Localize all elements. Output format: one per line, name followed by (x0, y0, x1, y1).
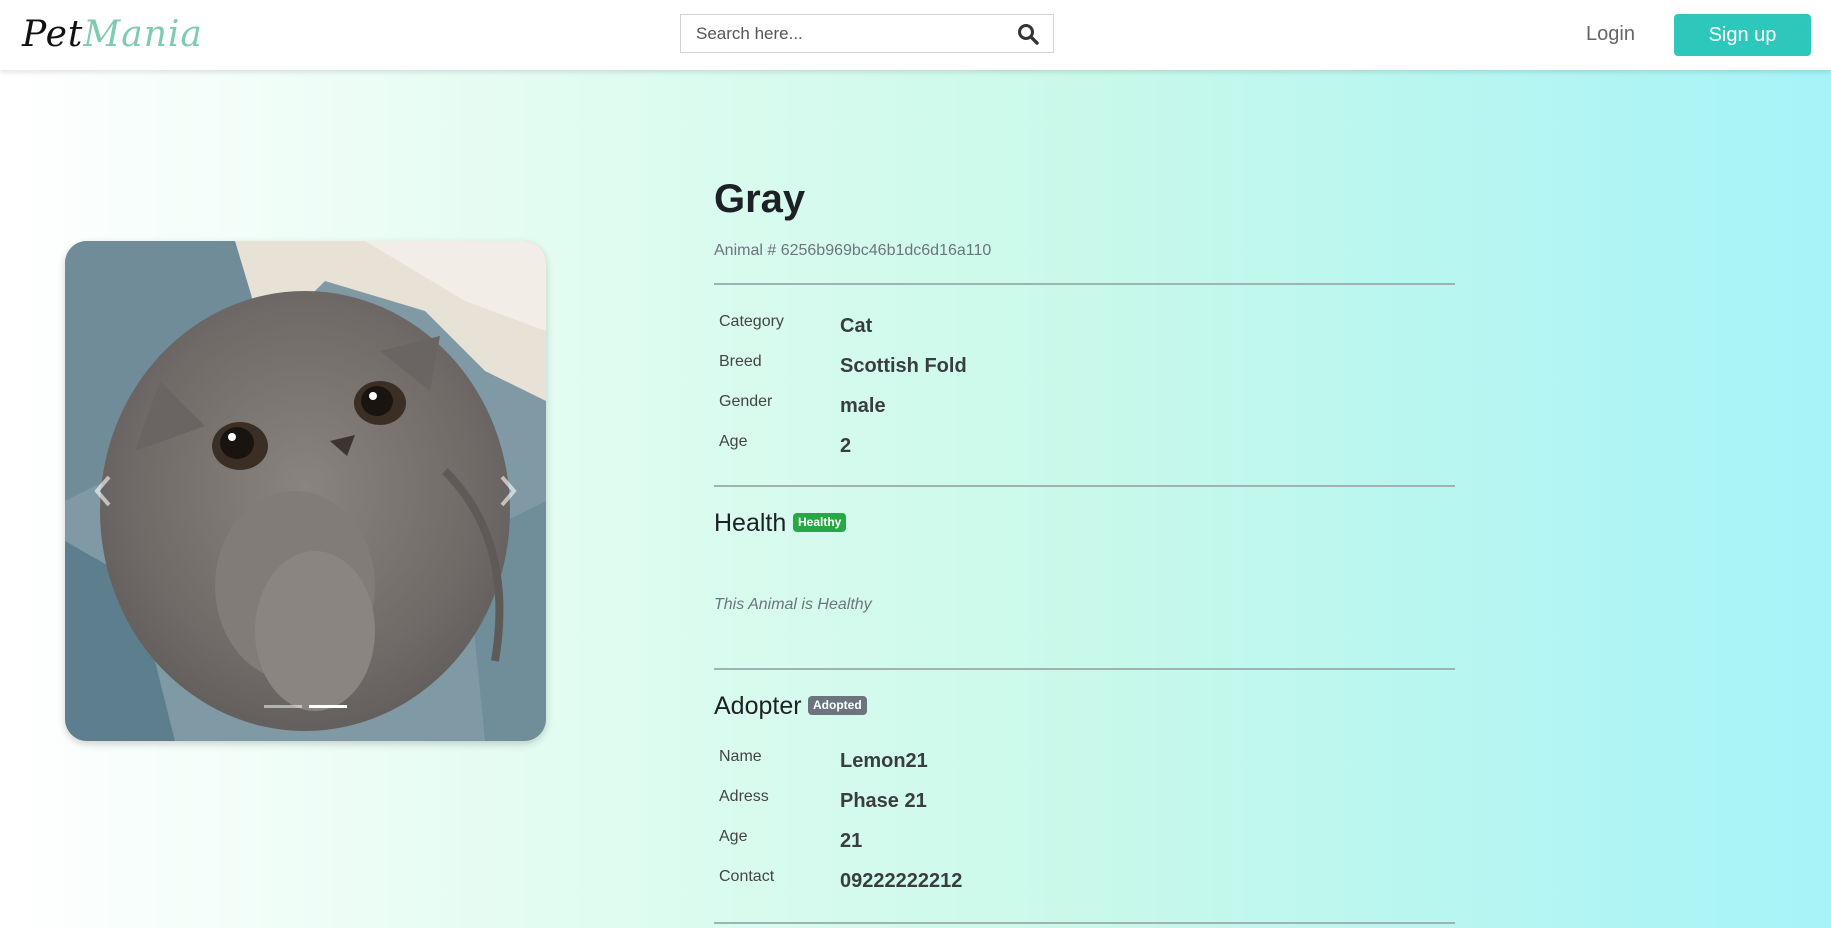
adoption-status-badge: Adopted (808, 696, 867, 715)
animal-name: Gray (714, 177, 806, 221)
divider (714, 668, 1455, 670)
logo-text-mania: Mania (83, 14, 203, 55)
pet-image-carousel[interactable] (65, 241, 546, 741)
adopter-title: Adopter (714, 692, 802, 720)
info-value: Scottish Fold (840, 355, 967, 377)
adopter-label: Contact (719, 868, 775, 885)
info-label: Age (719, 433, 748, 450)
navbar: PetMania Login Sign up (0, 0, 1831, 70)
divider (714, 485, 1455, 487)
info-value: Cat (840, 315, 873, 337)
adopter-label: Adress (719, 788, 769, 805)
info-label: Breed (719, 353, 762, 370)
logo[interactable]: PetMania (22, 14, 203, 55)
search-box (680, 14, 1054, 53)
logo-text-pet: Pet (22, 14, 84, 55)
login-link[interactable]: Login (1586, 23, 1635, 46)
adopter-value: 09222222212 (840, 870, 963, 892)
divider (714, 283, 1455, 285)
info-value: 2 (840, 435, 852, 457)
info-value: male (840, 395, 886, 417)
carousel-prev-icon[interactable] (91, 473, 115, 509)
search-icon[interactable] (1017, 23, 1039, 45)
search-input[interactable] (681, 15, 1031, 52)
signup-button[interactable]: Sign up (1674, 14, 1811, 56)
info-label: Category (719, 313, 784, 330)
animal-id: Animal # 6256b969bc46b1dc6d16a110 (714, 242, 992, 259)
divider (714, 922, 1455, 924)
health-status-badge: Healthy (793, 513, 847, 532)
carousel-next-icon[interactable] (496, 473, 520, 509)
carousel-indicator-1[interactable] (264, 705, 302, 708)
health-title: Health (714, 509, 787, 537)
info-label: Gender (719, 393, 773, 410)
adopter-value: 21 (840, 830, 863, 852)
adopter-value: Lemon21 (840, 750, 928, 772)
cat-photo (65, 241, 546, 741)
adopter-value: Phase 21 (840, 790, 927, 812)
adopter-label: Name (719, 748, 762, 765)
adopter-label: Age (719, 828, 748, 845)
main-content: Gray Animal # 6256b969bc46b1dc6d16a110 C… (0, 70, 1831, 928)
carousel-indicator-2[interactable] (309, 705, 347, 708)
health-note: This Animal is Healthy (714, 596, 872, 613)
